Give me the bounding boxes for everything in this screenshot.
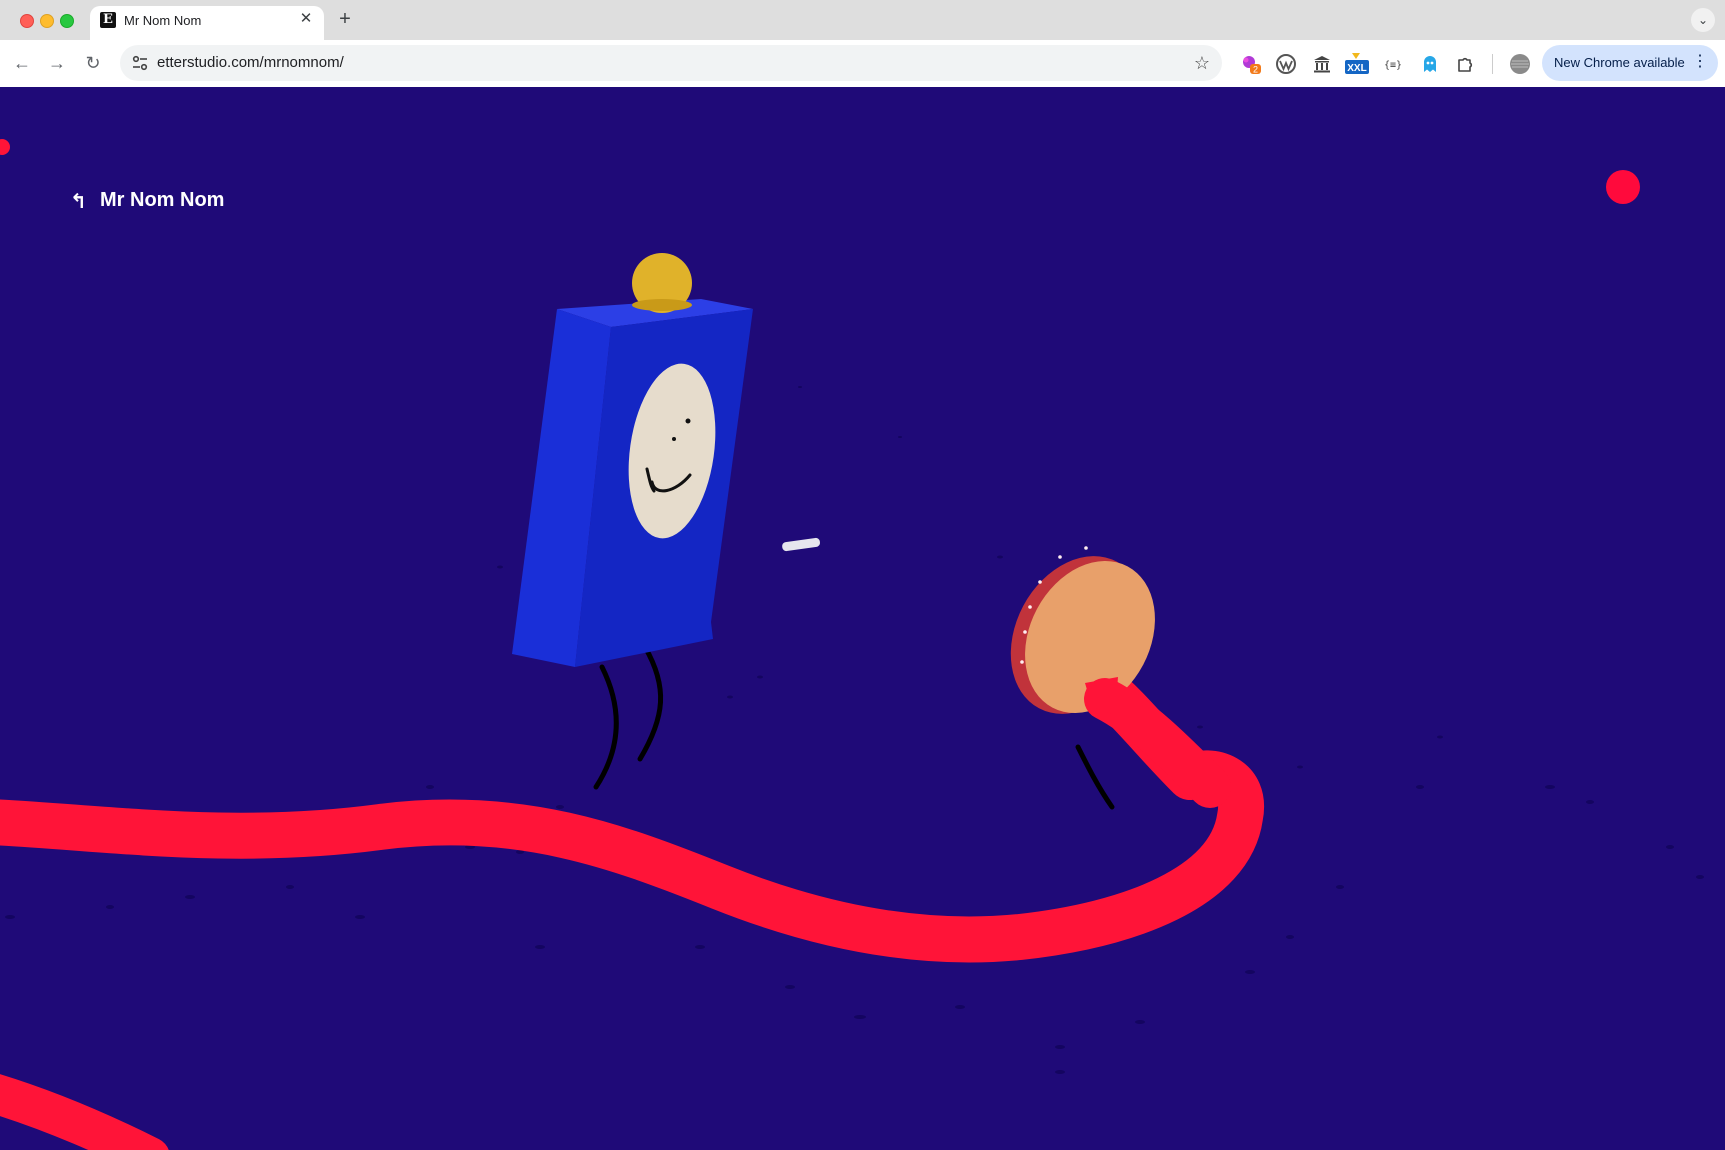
new-chrome-label: New Chrome available [1554, 55, 1685, 70]
red-dot-button[interactable] [1606, 170, 1640, 204]
kebab-menu-icon[interactable]: ⋮ [1692, 53, 1708, 71]
tab-close-icon[interactable]: ✕ [298, 11, 314, 27]
active-tab[interactable]: E Mr Nom Nom ✕ [90, 6, 324, 40]
back-icon[interactable]: ← [11, 52, 33, 74]
page-title: Mr Nom Nom [100, 189, 225, 211]
url-text: etterstudio.com/mrnomnom/ [157, 54, 344, 71]
red-cord [0, 664, 1264, 963]
reload-icon[interactable]: ↻ [82, 52, 104, 74]
site-info-icon[interactable] [130, 53, 150, 73]
cookie-leg [1075, 744, 1115, 810]
ghost-extension-icon[interactable] [1419, 53, 1441, 75]
puzzle-extensions-icon[interactable] [1455, 53, 1477, 75]
address-bar[interactable]: etterstudio.com/mrnomnom/ ☆ [120, 45, 1222, 81]
json-formatter-extension-icon[interactable]: {≡} [1382, 53, 1404, 75]
extension-badge-count: 2 [1253, 65, 1258, 75]
tab-strip: E Mr Nom Nom ✕ + ⌄ [0, 0, 1725, 40]
webgl-scene-page: ↰ Mr Nom Nom [0, 87, 1725, 1150]
new-tab-button[interactable]: + [334, 8, 356, 30]
xxl-extension-icon[interactable]: XXL [1344, 51, 1370, 77]
bookmark-star-icon[interactable]: ☆ [1194, 52, 1210, 74]
wordpress-extension-icon[interactable] [1275, 53, 1297, 75]
window-minimize-button[interactable] [40, 14, 54, 28]
red-cord-edge [0, 139, 10, 155]
flying-crumb [782, 537, 820, 552]
mr-nom-nom-character[interactable] [512, 253, 753, 667]
site-favicon-icon: E [100, 12, 116, 28]
new-chrome-available-button[interactable]: New Chrome available ⋮ [1542, 45, 1718, 81]
tab-search-button[interactable]: ⌄ [1691, 8, 1715, 32]
back-arrow-icon: ↰ [70, 189, 87, 213]
toolbar-divider [1492, 54, 1493, 74]
forward-icon[interactable]: → [46, 52, 68, 74]
ground-specks [5, 386, 1704, 1074]
profile-avatar-icon[interactable] [1509, 53, 1531, 75]
json-extension-label: {≡} [1384, 60, 1402, 71]
xxl-label: XXL [1347, 63, 1366, 74]
scene-canvas[interactable] [0, 87, 1725, 1150]
red-cord-lower [0, 1074, 169, 1150]
browser-toolbar: ← → ↻ etterstudio.com/mrnomnom/ ☆ 2 XXL [0, 40, 1725, 88]
character-right-leg [637, 644, 663, 762]
tab-title: Mr Nom Nom [124, 13, 202, 28]
window-maximize-button[interactable] [60, 14, 74, 28]
extension-colorful-icon[interactable]: 2 [1240, 53, 1262, 75]
window-close-button[interactable] [20, 14, 34, 28]
character-left-leg [593, 664, 619, 790]
museum-extension-icon[interactable] [1311, 53, 1333, 75]
